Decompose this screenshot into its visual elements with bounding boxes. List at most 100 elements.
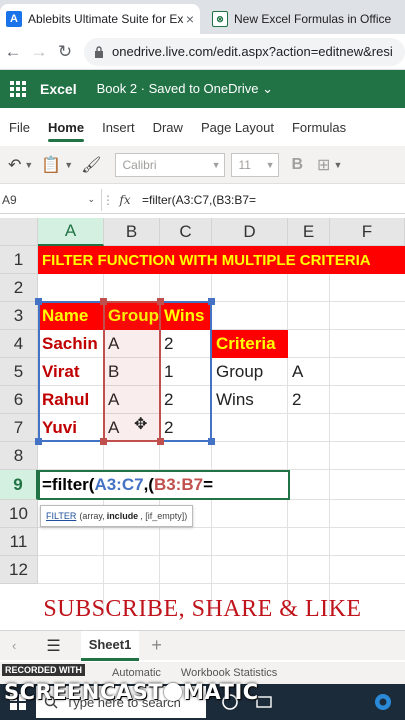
formula-sep: ,( [143,475,154,494]
row-header-4[interactable]: 4 [0,330,38,358]
column-header-d[interactable]: D [212,218,288,246]
cell-d6[interactable]: Wins [212,386,288,414]
row-header-6[interactable]: 6 [0,386,38,414]
fx-icon[interactable]: fx [112,193,138,207]
row-header-10[interactable]: 10 [0,500,38,528]
row-header-12[interactable]: 12 [0,556,38,584]
recorded-with-label: RECORDED WITH [2,664,85,676]
cell-e6[interactable]: 2 [288,386,330,414]
add-sheet-icon[interactable]: + [151,635,162,656]
chevron-down-icon: ▼ [265,159,275,170]
edge-browser-icon[interactable] [373,692,393,712]
gridline [38,555,405,556]
function-help-link[interactable]: FILTER [46,511,76,521]
row-header-11[interactable]: 11 [0,528,38,556]
watermark-left: SCREENCAST [4,680,164,704]
sheet-tab-bar: ‹ ☰ Sheet1 + [0,630,405,661]
range-handle[interactable] [100,438,107,445]
range-handle[interactable] [157,438,164,445]
font-name-select[interactable]: Calibri ▼ [115,152,226,177]
ribbon-tabs: File Home Insert Draw Page Layout Formul… [0,108,405,146]
range-handle[interactable] [35,298,42,305]
range-highlight-b3-b7 [103,301,161,442]
borders-icon: ⊞ [317,156,331,174]
app-launcher-icon[interactable] [0,81,36,97]
app-name[interactable]: Excel [40,81,77,97]
tab-home[interactable]: Home [39,108,93,146]
url-field[interactable]: onedrive.live.com/edit.aspx?action=editn… [84,37,405,66]
column-header-c[interactable]: C [160,218,212,246]
gridline [38,583,405,584]
row-header-2[interactable]: 2 [0,274,38,302]
browser-tab-label: New Excel Formulas in Office [234,12,392,26]
move-cursor-icon: ✥ [134,416,148,433]
spreadsheet-grid[interactable]: A B C D E F 1 2 3 4 5 6 7 8 9 10 11 12 F… [0,218,405,622]
font-size-select[interactable]: 11 ▼ [231,152,280,177]
range-handle[interactable] [35,438,42,445]
name-box-value: A9 [2,192,17,207]
sheet-tab-sheet1[interactable]: Sheet1 [80,630,140,661]
browser-tab-excel-formulas[interactable]: ⊗ New Excel Formulas in Office [206,4,405,34]
chevron-down-icon: ▼ [333,159,343,170]
browser-tab-ablebits[interactable]: A Ablebits Ultimate Suite for Ex × [0,4,200,34]
row-header-8[interactable]: 8 [0,442,38,470]
tab-file[interactable]: File [0,108,39,146]
row-header-5[interactable]: 5 [0,358,38,386]
watermark-right: MATIC [183,680,259,704]
chevron-down-icon: ▼ [211,159,221,170]
reload-icon[interactable]: ↻ [52,42,78,62]
tab-page-layout[interactable]: Page Layout [192,108,283,146]
forward-arrow-icon[interactable]: → [26,42,52,62]
sheet-menu-icon[interactable]: ☰ [46,636,60,656]
range-handle[interactable] [208,438,215,445]
cell-e5[interactable]: A [288,358,330,386]
name-box[interactable]: A9 ⌄ [0,188,102,211]
formula-input[interactable]: =filter(A3:C7,(B3:B7= [142,193,256,207]
tab-insert[interactable]: Insert [93,108,144,146]
column-header-b[interactable]: B [104,218,160,246]
paste-button[interactable]: 📋 ▼ [41,155,73,175]
column-header-e[interactable]: E [288,218,330,246]
column-header-a[interactable]: A [38,218,104,246]
format-painter-button[interactable]: 🖌 [81,155,101,175]
lock-icon [95,45,103,58]
select-all-corner[interactable] [0,218,38,246]
cell-d5[interactable]: Group [212,358,288,386]
range-handle[interactable] [100,298,107,305]
cell-d4-criteria[interactable]: Criteria [212,330,288,358]
excel-favicon: ⊗ [212,11,228,27]
excel-title-bar: Excel Book 2 · Saved to OneDrive ⌄ [0,70,405,108]
row-header-7[interactable]: 7 [0,414,38,442]
tooltip-args-pre: (array, [79,511,105,521]
subscribe-overlay-text: SUBSCRIBE, SHARE & LIKE [43,596,362,622]
chevron-down-icon: ⌄ [87,194,95,204]
font-name-value: Calibri [122,157,157,172]
active-cell-a9-editor[interactable]: =filter(A3:C7 ,(B3:B7 = [38,470,290,500]
tab-draw[interactable]: Draw [144,108,192,146]
undo-icon: ↶ [8,156,22,174]
workbook-statistics[interactable]: Workbook Statistics [181,667,277,679]
column-header-f[interactable]: F [330,218,405,246]
row-header-3[interactable]: 3 [0,302,38,330]
back-arrow-icon[interactable]: ← [0,42,26,62]
chevron-down-icon: ▼ [24,159,34,170]
borders-button[interactable]: ⊞ ▼ [317,155,342,175]
sheet-nav-icon[interactable]: ‹ [12,638,16,653]
range-handle[interactable] [157,298,164,305]
chevron-down-icon: ▼ [64,159,74,170]
divider-dots: ⋮ [102,192,114,207]
undo-button[interactable]: ↶ ▼ [8,155,33,175]
formula-prefix: =filter( [42,475,95,494]
tab-formulas[interactable]: Formulas [283,108,355,146]
document-title[interactable]: Book 2 · Saved to OneDrive ⌄ [97,81,273,97]
formula-ref-array: A3:C7 [94,475,144,494]
row-header-9[interactable]: 9 [0,470,38,500]
bold-button[interactable]: B [291,156,303,174]
paintbrush-icon: 🖌 [81,156,102,174]
cell-a1-title[interactable]: FILTER FUNCTION WITH MULTIPLE CRITERIA [38,246,405,274]
range-handle[interactable] [208,298,215,305]
close-icon[interactable]: × [186,11,194,27]
row-header-1[interactable]: 1 [0,246,38,274]
calculation-mode[interactable]: Automatic [112,667,161,679]
ablebits-icon: A [6,11,22,27]
